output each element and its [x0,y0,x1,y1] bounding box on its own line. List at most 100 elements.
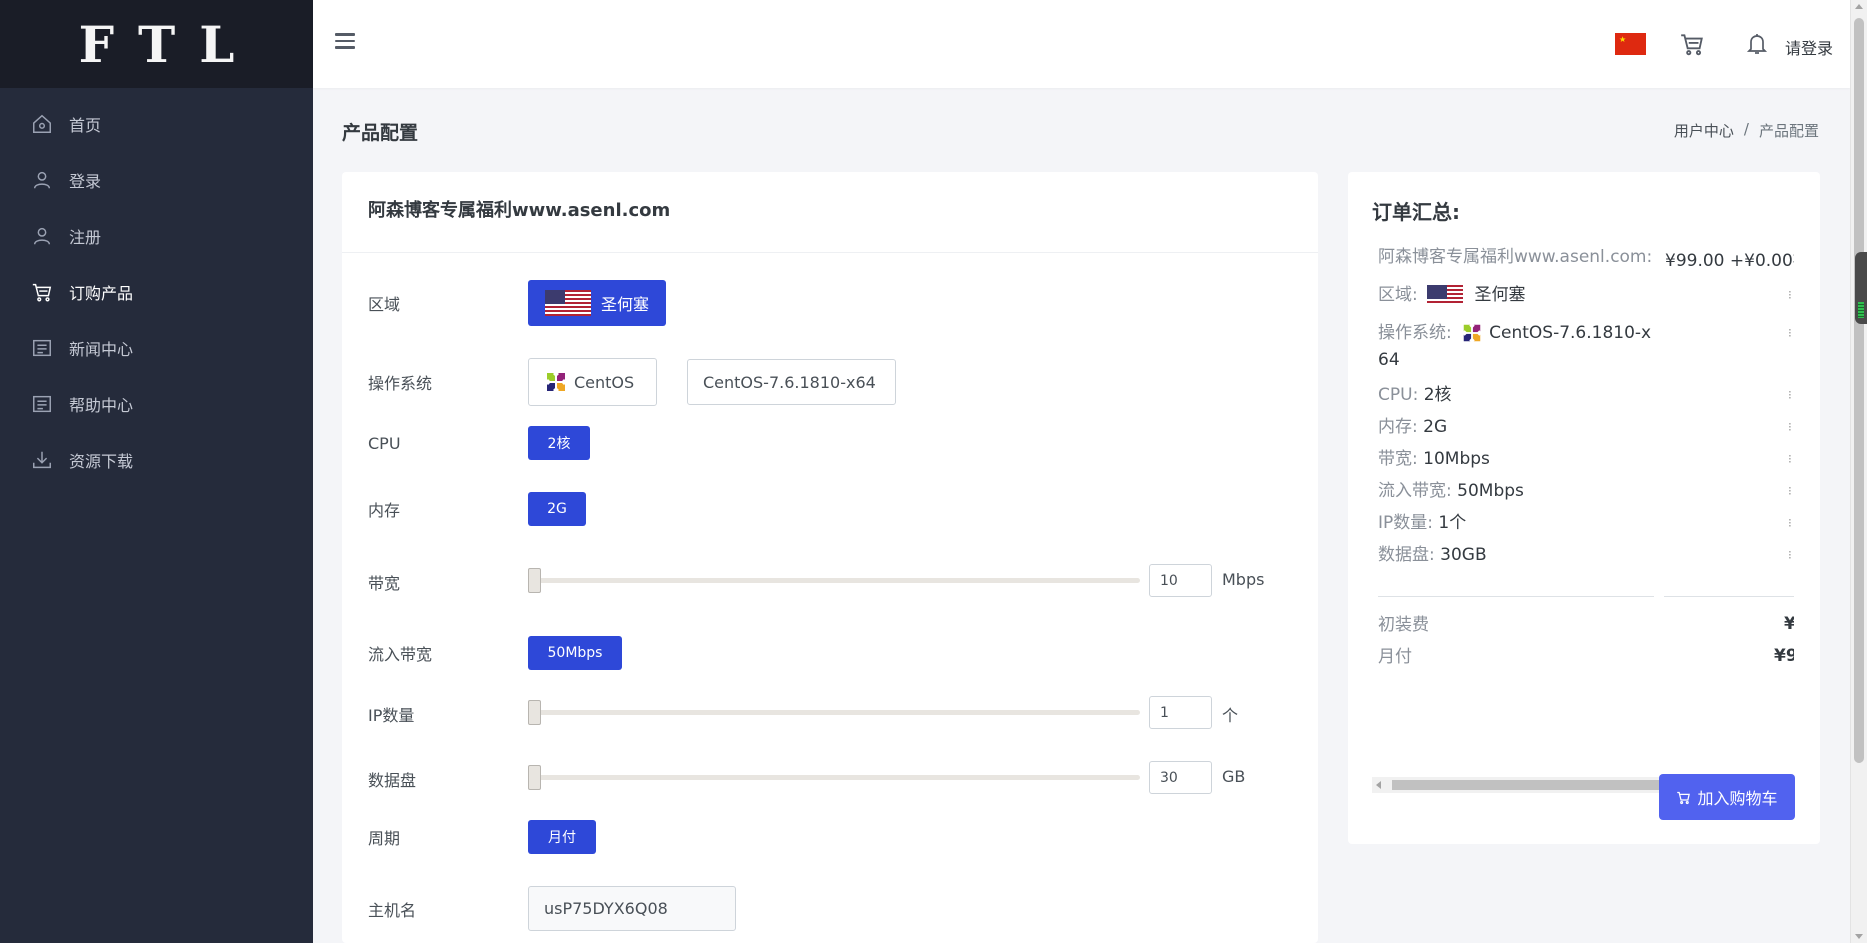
hostname-row: 主机名 usP75DYX6Q08 [368,886,736,931]
disk-unit: GB [1222,767,1246,786]
os-version-select[interactable]: CentOS-7.6.1810-x64 [687,359,896,405]
memory-label: 内存 [368,501,401,520]
sidebar-item-label: 帮助中心 [69,396,134,415]
cart-icon [31,281,53,303]
cpu-label: CPU [368,433,401,453]
order-summary-card: 订单汇总: 阿森博客专属福利www.asenl.com: ¥99.00 +¥0.… [1348,172,1820,844]
sidebar-item-label: 注册 [69,228,102,247]
sidebar-item-help[interactable]: 帮助中心 [0,376,313,432]
brand-logo[interactable]: FTL [0,0,313,88]
disk-row: 数据盘 [368,767,528,791]
vertical-scrollbar[interactable] [1850,0,1867,943]
sidebar-item-label: 资源下载 [69,452,134,471]
bandwidth-label: 带宽 [368,574,401,593]
os-family-button[interactable]: CentOS [528,358,657,406]
cycle-row: 周期 月付 [368,820,596,854]
horizontal-scrollbar[interactable] [1372,777,1662,793]
sidebar-item-downloads[interactable]: 资源下载 [0,432,313,488]
bell-icon[interactable] [1745,31,1769,57]
sidebar-item-order-products[interactable]: 订购产品 [0,264,313,320]
product-name: 阿森博客专属福利www.asenl.com [342,172,1318,253]
summary-table: 阿森博客专属福利www.asenl.com: ¥99.00 +¥0.00初 区域… [1378,244,1794,804]
cart-icon [1677,791,1691,804]
sidebar-item-home[interactable]: 首页 [0,96,313,152]
user-icon [31,225,53,247]
summary-bandwidth: 带宽: 10Mbps [1378,449,1490,469]
disk-slider[interactable] [528,765,1140,790]
cart-icon[interactable] [1679,31,1705,57]
download-icon [31,449,53,471]
news-icon [31,337,53,359]
user-icon [31,169,53,191]
scrollbar-thumb[interactable] [1392,780,1660,790]
bandwidth-row: 带宽 [368,570,528,594]
scroll-left-icon[interactable] [1376,781,1381,789]
logo-text: FTL [78,14,259,74]
sidebar-item-label: 登录 [69,172,102,191]
china-flag-icon[interactable]: ★ [1615,33,1646,55]
sidebar-item-label: 新闻中心 [69,340,134,359]
disk-input[interactable]: 30 [1149,761,1212,794]
summary-os: 操作系统: CentOS-7.6.1810-x [1378,322,1652,344]
summary-divider [1378,596,1654,597]
summary-ip: IP数量: 1个 [1378,513,1467,533]
summary-inbound: 流入带宽: 50Mbps [1378,481,1524,501]
ip-count-input[interactable]: 1 [1149,696,1212,729]
cycle-option-button[interactable]: 月付 [528,820,596,854]
scroll-up-icon[interactable] [1855,4,1863,9]
memory-option-button[interactable]: 2G [528,492,586,526]
region-row: 区域 圣何塞 [368,280,666,326]
summary-monthly-price: ¥9 [1774,646,1794,666]
os-label: 操作系统 [368,374,433,393]
scrollbar-thumb[interactable] [1854,18,1864,763]
summary-product-line: 阿森博客专属福利www.asenl.com: [1378,247,1653,267]
ip-count-slider-handle[interactable] [528,700,541,725]
sidebar-item-login[interactable]: 登录 [0,152,313,208]
disk-slider-handle[interactable] [528,765,541,790]
product-config-card: 阿森博客专属福利www.asenl.com 区域 圣何塞 操作系统 CentOS… [342,172,1318,943]
sidebar-nav: 首页 登录 注册 订购产品 新闻中心 帮助中心 资源下载 [0,88,313,488]
summary-setup-fee: 初装费 [1378,615,1429,635]
hostname-label: 主机名 [368,900,417,920]
sidebar-item-news[interactable]: 新闻中心 [0,320,313,376]
side-widget-tab[interactable] [1855,252,1867,324]
bandwidth-slider[interactable] [528,568,1140,593]
inbound-option-button[interactable]: 50Mbps [528,636,622,670]
top-bar: ★ 请登录 [313,0,1850,88]
summary-memory: 内存: 2G [1378,417,1448,437]
bandwidth-unit: Mbps [1222,570,1265,589]
breadcrumb: 用户中心 / 产品配置 [1674,120,1819,141]
summary-divider [1664,596,1794,597]
breadcrumb-separator: / [1743,120,1749,138]
hostname-input[interactable]: usP75DYX6Q08 [528,886,736,931]
region-option-button[interactable]: 圣何塞 [528,280,666,326]
cpu-row: CPU 2核 [368,426,590,460]
sidebar-item-register[interactable]: 注册 [0,208,313,264]
help-icon [31,393,53,415]
summary-title: 订单汇总: [1372,200,1460,224]
centos-logo-icon [1462,322,1483,344]
centos-logo-icon [545,371,567,393]
scroll-down-icon[interactable] [1855,934,1863,939]
sidebar: FTL 首页 登录 注册 订购产品 新闻中心 帮助中心 资源下载 [0,0,313,943]
login-link[interactable]: 请登录 [1785,35,1833,59]
breadcrumb-home[interactable]: 用户中心 [1674,120,1734,141]
bandwidth-slider-handle[interactable] [528,568,541,593]
sidebar-item-label: 首页 [69,116,102,135]
summary-os-cont: 64 [1378,350,1400,370]
os-row: 操作系统 CentOS CentOS-7.6.1810-x64 [368,358,896,406]
us-flag-icon [544,290,591,316]
menu-toggle-icon[interactable] [335,33,355,51]
memory-row: 内存 2G [368,492,586,526]
inbound-row: 流入带宽 50Mbps [368,636,622,670]
summary-cpu: CPU: 2核 [1378,385,1452,405]
ip-count-slider[interactable] [528,700,1140,725]
cpu-option-button[interactable]: 2核 [528,426,590,460]
summary-monthly: 月付 [1378,647,1412,667]
add-to-cart-button[interactable]: 加入购物车 [1659,774,1795,820]
inbound-label: 流入带宽 [368,645,433,664]
summary-disk: 数据盘: 30GB [1378,545,1487,565]
bandwidth-input[interactable]: 10 [1149,564,1212,597]
page-title: 产品配置 [342,122,419,144]
cycle-label: 周期 [368,829,401,848]
